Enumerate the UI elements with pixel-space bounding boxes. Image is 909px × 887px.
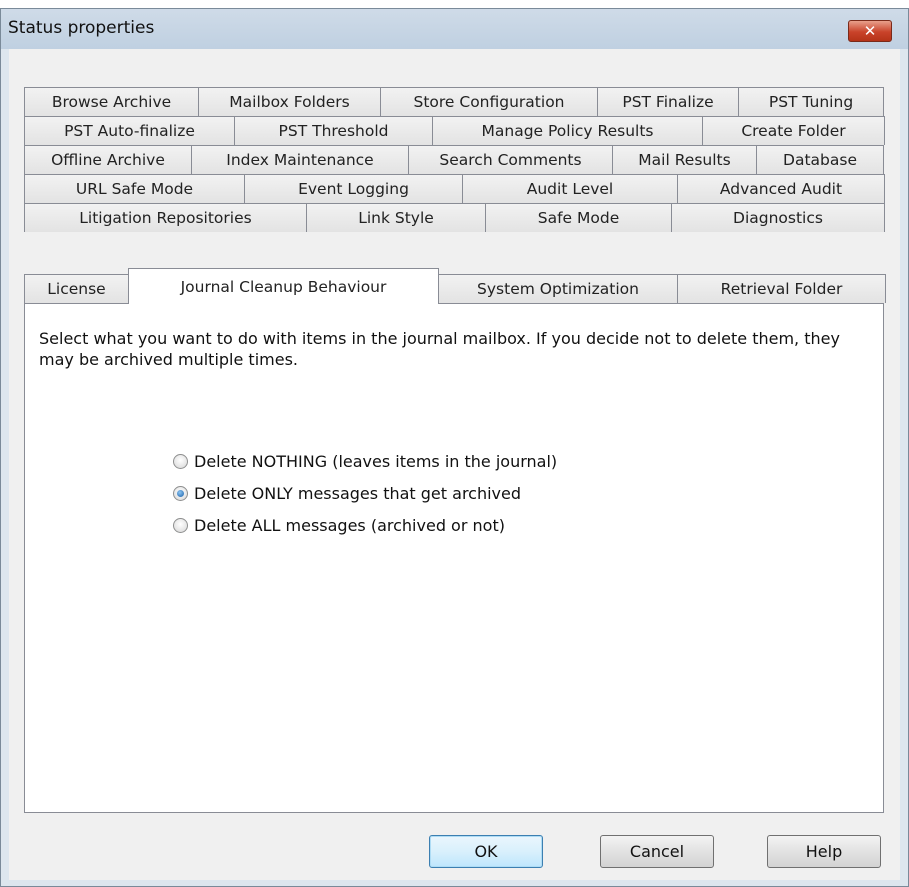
tab-audit-level[interactable]: Audit Level — [462, 174, 678, 203]
dialog-client-area: Browse Archive Mailbox Folders Store Con… — [9, 49, 900, 880]
tab-row-6: License Journal Cleanup Behaviour System… — [24, 268, 886, 304]
tab-pst-auto-finalize[interactable]: PST Auto-finalize — [24, 116, 235, 145]
tab-index-maintenance[interactable]: Index Maintenance — [191, 145, 409, 174]
tab-advanced-audit[interactable]: Advanced Audit — [677, 174, 885, 203]
ok-button[interactable]: OK — [429, 835, 543, 868]
tab-system-optimization[interactable]: System Optimization — [438, 274, 678, 303]
tab-content-panel: Select what you want to do with items in… — [24, 303, 884, 813]
tab-event-logging[interactable]: Event Logging — [244, 174, 463, 203]
title-bar[interactable]: Status properties ✕ — [1, 9, 908, 49]
tab-create-folder[interactable]: Create Folder — [702, 116, 885, 145]
radio-button-icon[interactable] — [173, 454, 188, 469]
tab-row-2: PST Auto-finalize PST Threshold Manage P… — [24, 116, 885, 145]
radio-label: Delete NOTHING (leaves items in the jour… — [194, 452, 558, 471]
radio-delete-nothing[interactable]: Delete NOTHING (leaves items in the jour… — [173, 452, 557, 471]
tab-safe-mode[interactable]: Safe Mode — [485, 203, 672, 232]
tab-database[interactable]: Database — [756, 145, 884, 174]
tab-mailbox-folders[interactable]: Mailbox Folders — [198, 87, 381, 116]
panel-description: Select what you want to do with items in… — [39, 329, 840, 369]
tab-mail-results[interactable]: Mail Results — [612, 145, 757, 174]
radio-button-checked-icon[interactable] — [173, 486, 188, 501]
tab-row-1: Browse Archive Mailbox Folders Store Con… — [24, 87, 884, 116]
tab-pst-threshold[interactable]: PST Threshold — [234, 116, 433, 145]
tab-pst-tuning[interactable]: PST Tuning — [738, 87, 884, 116]
tab-row-4: URL Safe Mode Event Logging Audit Level … — [24, 174, 885, 203]
tab-license[interactable]: License — [24, 274, 129, 303]
dialog-title: Status properties — [8, 18, 155, 38]
tab-link-style[interactable]: Link Style — [306, 203, 486, 232]
tab-search-comments[interactable]: Search Comments — [408, 145, 613, 174]
help-button[interactable]: Help — [767, 835, 881, 868]
close-icon: ✕ — [863, 22, 877, 40]
cancel-button[interactable]: Cancel — [600, 835, 714, 868]
radio-label: Delete ALL messages (archived or not) — [194, 516, 505, 535]
tab-litigation-repositories[interactable]: Litigation Repositories — [24, 203, 307, 232]
tab-retrieval-folder[interactable]: Retrieval Folder — [677, 274, 886, 303]
radio-delete-all[interactable]: Delete ALL messages (archived or not) — [173, 516, 505, 535]
tab-row-3: Offline Archive Index Maintenance Search… — [24, 145, 884, 174]
tab-offline-archive[interactable]: Offline Archive — [24, 145, 192, 174]
tab-pst-finalize[interactable]: PST Finalize — [597, 87, 739, 116]
tab-diagnostics[interactable]: Diagnostics — [671, 203, 885, 232]
status-properties-dialog: Status properties ✕ Browse Archive Mailb… — [0, 8, 909, 887]
tab-manage-policy-results[interactable]: Manage Policy Results — [432, 116, 703, 145]
tab-store-configuration[interactable]: Store Configuration — [380, 87, 598, 116]
tab-url-safe-mode[interactable]: URL Safe Mode — [24, 174, 245, 203]
tab-browse-archive[interactable]: Browse Archive — [24, 87, 199, 116]
tab-row-5: Litigation Repositories Link Style Safe … — [24, 203, 885, 232]
radio-delete-only-archived[interactable]: Delete ONLY messages that get archived — [173, 484, 521, 503]
close-button[interactable]: ✕ — [848, 20, 892, 42]
radio-label: Delete ONLY messages that get archived — [194, 484, 522, 503]
radio-button-icon[interactable] — [173, 518, 188, 533]
tab-journal-cleanup-behaviour[interactable]: Journal Cleanup Behaviour — [128, 268, 439, 304]
